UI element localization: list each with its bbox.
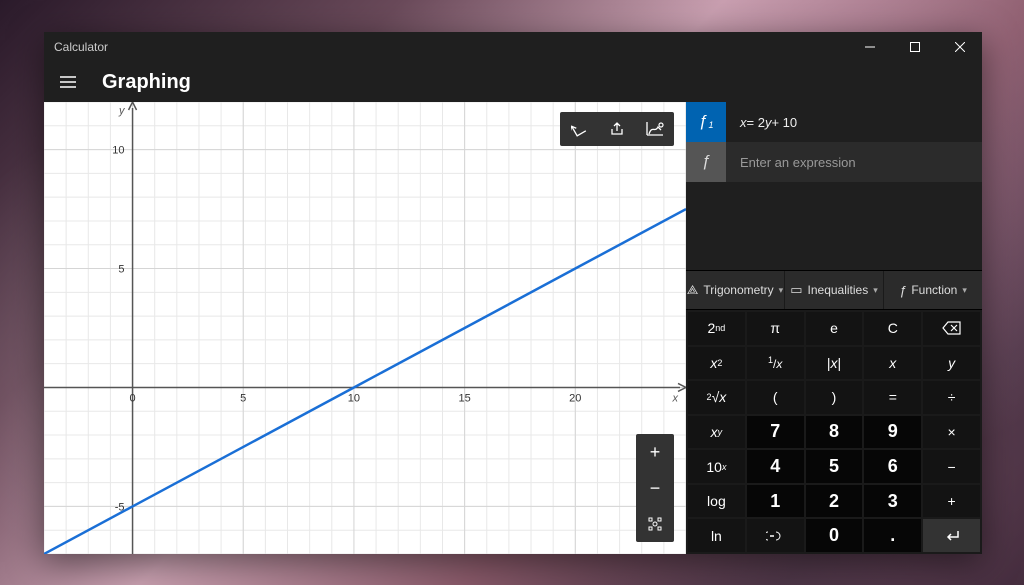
key-[interactable]: +: [923, 485, 980, 518]
key-0[interactable]: 0: [806, 519, 863, 552]
window-title: Calculator: [54, 40, 108, 54]
chevron-down-icon: ▾: [962, 285, 967, 296]
key-e[interactable]: e: [806, 312, 863, 345]
share-button[interactable]: [598, 112, 636, 146]
function-dropdown[interactable]: ƒ Function ▾: [884, 271, 982, 309]
zoom-controls: + −: [636, 434, 674, 542]
zoom-in-button[interactable]: +: [636, 434, 674, 470]
key-[interactable]: (: [747, 381, 804, 414]
key-10x[interactable]: 10x: [688, 450, 745, 483]
key-2nd[interactable]: 2nd: [688, 312, 745, 345]
zoom-out-button[interactable]: −: [636, 470, 674, 506]
svg-text:0: 0: [129, 392, 135, 404]
key-[interactable]: ×: [923, 416, 980, 449]
angle-icon: ⟁: [687, 282, 699, 298]
key-[interactable]: −: [923, 450, 980, 483]
svg-text:10: 10: [348, 392, 360, 404]
side-pane: ƒ1 x = 2y + 10 ƒ Enter an expression ⟁ T…: [686, 102, 982, 554]
menu-button[interactable]: [48, 62, 88, 102]
svg-text:15: 15: [458, 392, 470, 404]
svg-text:x: x: [672, 392, 679, 404]
key-[interactable]: [747, 519, 804, 552]
key-xy[interactable]: xy: [688, 416, 745, 449]
svg-text:20: 20: [569, 392, 581, 404]
mode-title: Graphing: [102, 71, 191, 94]
graph-pane[interactable]: 05101520-5510xy + −: [44, 102, 686, 554]
expression-row-new[interactable]: ƒ Enter an expression: [686, 142, 982, 182]
inequality-icon: ▭: [790, 282, 802, 298]
key-[interactable]: =: [864, 381, 921, 414]
minimize-button[interactable]: [847, 32, 892, 62]
keypad: 2ndπeCx21/x|x|xy2√x()=÷xy789×10x456−log1…: [686, 310, 982, 554]
key-log[interactable]: log: [688, 485, 745, 518]
expression-row-1[interactable]: ƒ1 x = 2y + 10: [686, 102, 982, 142]
window-controls: [847, 32, 982, 62]
key-x[interactable]: x: [864, 347, 921, 380]
maximize-button[interactable]: [892, 32, 937, 62]
svg-text:5: 5: [118, 264, 124, 276]
expression-badge-new[interactable]: ƒ: [686, 142, 726, 182]
key-ln[interactable]: ln: [688, 519, 745, 552]
inequalities-dropdown[interactable]: ▭ Inequalities ▾: [785, 271, 884, 309]
zoom-reset-button[interactable]: [636, 506, 674, 542]
calculator-window: Calculator Graphing 05101520-5510xy: [44, 32, 982, 554]
titlebar: Calculator: [44, 32, 982, 62]
key-5[interactable]: 5: [806, 450, 863, 483]
function-icon: ƒ: [899, 283, 906, 298]
chevron-down-icon: ▾: [873, 285, 878, 296]
key-[interactable]: ): [806, 381, 863, 414]
key-4[interactable]: 4: [747, 450, 804, 483]
key-2x[interactable]: 2√x: [688, 381, 745, 414]
expression-badge-1[interactable]: ƒ1: [686, 102, 726, 142]
content: 05101520-5510xy + −: [44, 102, 982, 554]
key-[interactable]: π: [747, 312, 804, 345]
key-c[interactable]: C: [864, 312, 921, 345]
expression-list: ƒ1 x = 2y + 10 ƒ Enter an expression: [686, 102, 982, 182]
header: Graphing: [44, 62, 982, 102]
trigonometry-dropdown[interactable]: ⟁ Trigonometry ▾: [686, 271, 785, 309]
graph-toolbar: [560, 112, 674, 146]
chevron-down-icon: ▾: [779, 285, 784, 296]
expression-placeholder[interactable]: Enter an expression: [726, 142, 982, 182]
key-[interactable]: ÷: [923, 381, 980, 414]
svg-text:5: 5: [240, 392, 246, 404]
key-x[interactable]: |x|: [806, 347, 863, 380]
key-1x[interactable]: 1/x: [747, 347, 804, 380]
key-3[interactable]: 3: [864, 485, 921, 518]
category-row: ⟁ Trigonometry ▾ ▭ Inequalities ▾ ƒ Func…: [686, 270, 982, 310]
key-x2[interactable]: x2: [688, 347, 745, 380]
trace-button[interactable]: [560, 112, 598, 146]
expression-text-1[interactable]: x = 2y + 10: [726, 102, 982, 142]
close-button[interactable]: [937, 32, 982, 62]
key-[interactable]: [923, 312, 980, 345]
key-6[interactable]: 6: [864, 450, 921, 483]
graph-options-button[interactable]: [636, 112, 674, 146]
key-[interactable]: [923, 519, 980, 552]
svg-text:y: y: [118, 105, 126, 117]
key-9[interactable]: 9: [864, 416, 921, 449]
key-7[interactable]: 7: [747, 416, 804, 449]
key-[interactable]: .: [864, 519, 921, 552]
key-8[interactable]: 8: [806, 416, 863, 449]
key-1[interactable]: 1: [747, 485, 804, 518]
key-y[interactable]: y: [923, 347, 980, 380]
key-2[interactable]: 2: [806, 485, 863, 518]
svg-text:10: 10: [112, 145, 124, 157]
graph-canvas[interactable]: 05101520-5510xy: [44, 102, 686, 554]
